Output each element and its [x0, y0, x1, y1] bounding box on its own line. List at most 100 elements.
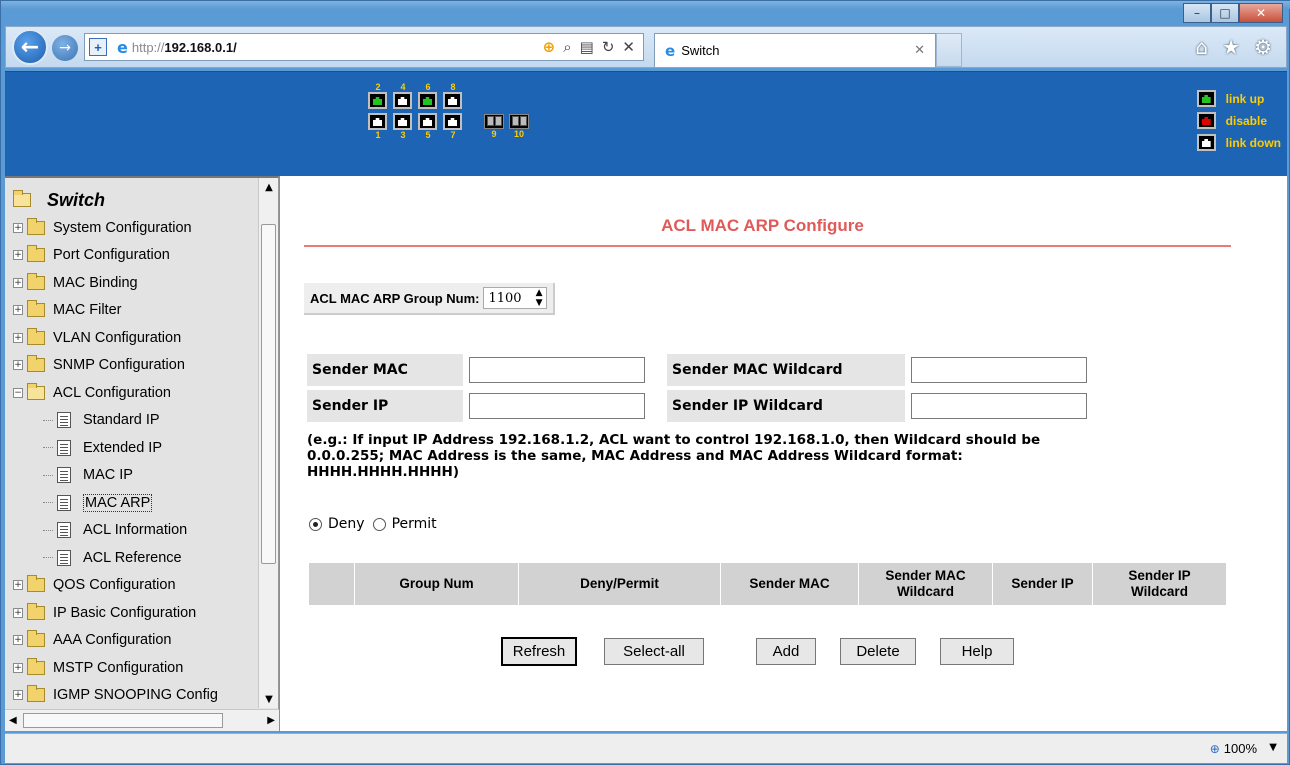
sidebar-subitem[interactable]: Extended IP: [13, 434, 257, 462]
sender-mac-input[interactable]: [469, 357, 645, 383]
add-button[interactable]: Add: [756, 638, 816, 665]
expand-icon[interactable]: +: [13, 580, 23, 591]
compat-view-icon[interactable]: ▤: [580, 38, 594, 56]
port-row-top: 2 4 6 8: [368, 82, 529, 109]
sidebar-subitem[interactable]: ACL Information: [13, 517, 257, 545]
home-icon[interactable]: ⌂: [1195, 35, 1208, 59]
folder-icon: [27, 272, 45, 290]
port-icon[interactable]: [418, 113, 437, 130]
table-header-select: [308, 562, 355, 606]
browser-tools: ⌂ ★ ⚙: [1195, 35, 1272, 59]
scroll-down-icon[interactable]: ▼: [259, 690, 279, 708]
scroll-up-icon[interactable]: ▲: [259, 178, 279, 196]
search-icon[interactable]: ⌕: [563, 38, 571, 56]
favorites-star-icon[interactable]: ★: [1222, 35, 1240, 59]
scroll-right-icon[interactable]: ▶: [267, 715, 275, 726]
sidebar-item-label: SNMP Configuration: [53, 357, 185, 374]
new-tab-button[interactable]: [936, 33, 962, 67]
address-bar[interactable]: + e http://192.168.0.1/ ⊕ ⌕ ▤ ↻ ✕: [84, 33, 644, 61]
sender-mac-wildcard-input[interactable]: [911, 357, 1087, 383]
port-icon[interactable]: [393, 92, 412, 109]
sfp-port-icon[interactable]: [484, 113, 504, 129]
expand-icon[interactable]: +: [13, 277, 23, 288]
sidebar-item-acl-configuration[interactable]: − ACL Configuration: [13, 379, 257, 407]
forward-arrow-icon[interactable]: →: [52, 35, 78, 61]
minimize-button[interactable]: –: [1183, 3, 1211, 23]
refresh-button[interactable]: Refresh: [501, 637, 577, 666]
port-icon[interactable]: [368, 92, 387, 109]
sidebar-subitem-label: Extended IP: [83, 439, 162, 456]
tab-close-icon[interactable]: ✕: [914, 43, 925, 58]
sidebar-item[interactable]: + SNMP Configuration: [13, 352, 257, 380]
sender-ip-wildcard-input[interactable]: [911, 393, 1087, 419]
expand-icon[interactable]: +: [13, 662, 23, 673]
sidebar-item[interactable]: + IP Basic Configuration: [13, 599, 257, 627]
permit-radio[interactable]: [372, 517, 386, 531]
sidebar-subitem[interactable]: MAC IP: [13, 462, 257, 490]
sidebar-item[interactable]: + VLAN Configuration: [13, 324, 257, 352]
sender-ip-input[interactable]: [469, 393, 645, 419]
sidebar-subitem[interactable]: ACL Reference: [13, 544, 257, 572]
document-icon: [57, 439, 71, 456]
document-icon: [57, 522, 71, 539]
go-icon[interactable]: ⊕: [543, 38, 556, 56]
sidebar-item[interactable]: + System Configuration: [13, 214, 257, 242]
port-row-bottom: 1 3 5 7 9 10: [368, 113, 529, 140]
help-button[interactable]: Help: [940, 638, 1014, 665]
tree-root[interactable]: Switch: [13, 188, 257, 212]
expand-icon[interactable]: +: [13, 250, 23, 261]
site-info-icon[interactable]: +: [89, 38, 107, 56]
collapse-icon[interactable]: −: [13, 387, 23, 398]
expand-icon[interactable]: +: [13, 305, 23, 316]
sidebar-item[interactable]: + AAA Configuration: [13, 627, 257, 655]
scroll-thumb[interactable]: [261, 224, 276, 564]
sidebar-item[interactable]: + MAC Binding: [13, 269, 257, 297]
refresh-icon[interactable]: ↻: [602, 38, 615, 56]
expand-icon[interactable]: +: [13, 607, 23, 618]
sidebar-item[interactable]: + MAC Filter: [13, 297, 257, 325]
close-button[interactable]: ✕: [1239, 3, 1283, 23]
tab-title: Switch: [681, 43, 720, 58]
sidebar-vertical-scrollbar[interactable]: ▲ ▼: [258, 178, 278, 708]
table-header-group-num: Group Num: [354, 562, 519, 606]
browser-tab[interactable]: e Switch ✕: [654, 33, 936, 67]
expand-icon[interactable]: +: [13, 690, 23, 701]
navigation-bar: ← → + e http://192.168.0.1/ ⊕ ⌕ ▤ ↻ ✕ e …: [5, 26, 1287, 68]
scroll-left-icon[interactable]: ◀: [9, 715, 17, 726]
maximize-button[interactable]: □: [1211, 3, 1239, 23]
sidebar-item[interactable]: + MSTP Configuration: [13, 654, 257, 682]
spin-arrows-icon[interactable]: ▲ ▼: [536, 288, 543, 308]
zoom-dropdown-icon[interactable]: ▼: [1269, 742, 1277, 753]
sidebar-horizontal-scrollbar[interactable]: ◀ ▶: [5, 709, 279, 731]
zoom-control[interactable]: ⊕ 100%: [1210, 741, 1257, 756]
port-number: 7: [450, 130, 456, 140]
port-icon[interactable]: [368, 113, 387, 130]
table-header-sender-ip-wildcard: Sender IP Wildcard: [1092, 562, 1227, 606]
sidebar-item[interactable]: + IGMP SNOOPING Config: [13, 682, 257, 709]
sidebar-subitem[interactable]: Standard IP: [13, 407, 257, 435]
expand-icon[interactable]: +: [13, 360, 23, 371]
port-icon[interactable]: [418, 92, 437, 109]
expand-icon[interactable]: +: [13, 332, 23, 343]
select-all-button[interactable]: Select-all: [604, 638, 704, 665]
delete-button[interactable]: Delete: [840, 638, 916, 665]
group-num-select[interactable]: 1100 ▲ ▼: [483, 287, 548, 309]
expand-icon[interactable]: +: [13, 222, 23, 233]
port-icon[interactable]: [443, 113, 462, 130]
sidebar-subitem[interactable]: MAC ARP: [13, 489, 257, 517]
deny-radio[interactable]: [309, 517, 322, 531]
sidebar-item[interactable]: + QOS Configuration: [13, 572, 257, 600]
port-number: 4: [400, 82, 406, 92]
stop-icon[interactable]: ✕: [622, 38, 635, 56]
port-icon[interactable]: [393, 113, 412, 130]
sidebar-item[interactable]: + Port Configuration: [13, 242, 257, 270]
port-icon[interactable]: [443, 92, 462, 109]
expand-icon[interactable]: +: [13, 635, 23, 646]
action-radio-group: Deny Permit: [309, 516, 437, 532]
form-row-ip: Sender IP Sender IP Wildcard: [307, 390, 1109, 422]
sfp-port-icon[interactable]: [509, 113, 529, 129]
sidebar-item-label: Port Configuration: [53, 247, 170, 264]
h-scroll-thumb[interactable]: [23, 713, 223, 728]
settings-gear-icon[interactable]: ⚙: [1254, 35, 1272, 59]
back-arrow-icon[interactable]: ←: [12, 29, 48, 65]
